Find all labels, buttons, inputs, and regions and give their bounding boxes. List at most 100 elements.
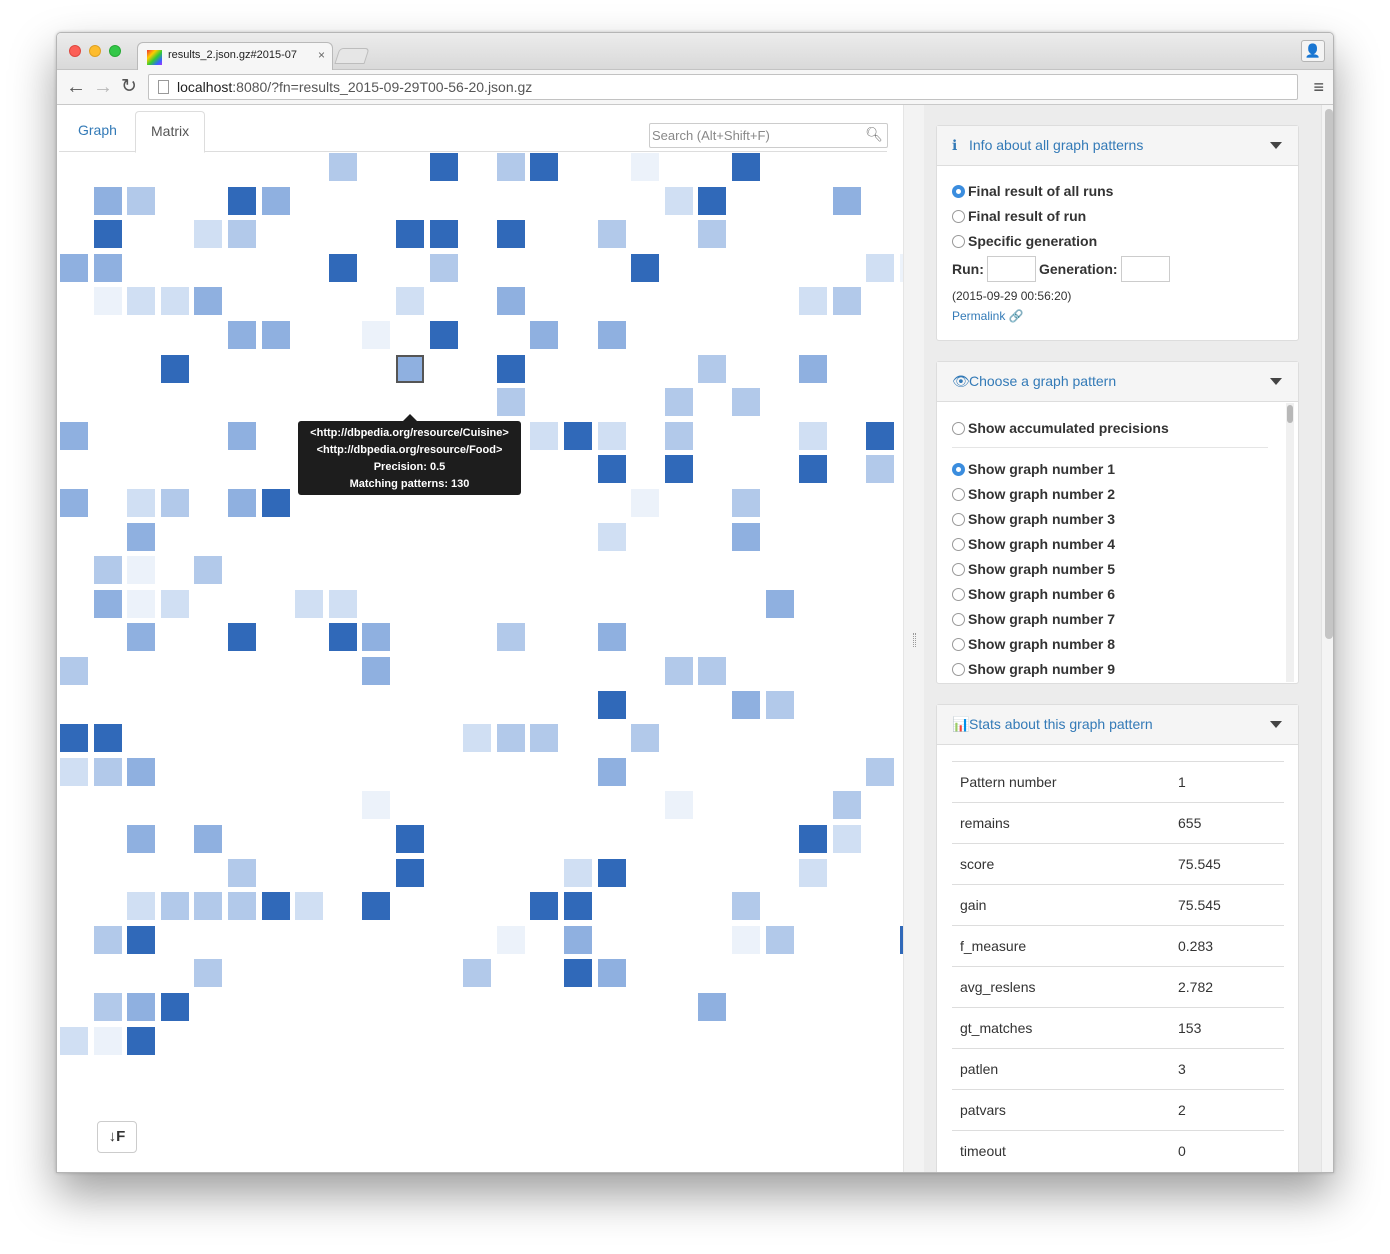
- matrix-cell[interactable]: [664, 993, 693, 1021]
- matrix-cell[interactable]: [228, 321, 256, 349]
- matrix-cell[interactable]: [127, 858, 156, 887]
- matrix-cell[interactable]: [496, 220, 525, 249]
- matrix-cell[interactable]: [832, 186, 861, 215]
- matrix-cell[interactable]: [60, 522, 88, 551]
- matrix-cell[interactable]: [597, 589, 626, 618]
- matrix-cell[interactable]: [396, 220, 424, 249]
- matrix-cell[interactable]: [429, 321, 458, 349]
- matrix-cell[interactable]: [328, 993, 357, 1021]
- matrix-cell[interactable]: [93, 623, 122, 652]
- address-bar[interactable]: localhost:8080/?fn=results_2015-09-29T00…: [148, 74, 1298, 100]
- matrix-cell[interactable]: [429, 186, 458, 215]
- matrix-cell[interactable]: [732, 892, 760, 921]
- matrix-cell[interactable]: [93, 791, 122, 820]
- matrix-cell[interactable]: [194, 959, 223, 988]
- matrix-cell[interactable]: [664, 892, 693, 921]
- matrix-cell[interactable]: [362, 388, 391, 417]
- matrix-cell[interactable]: [194, 623, 223, 652]
- matrix-cell[interactable]: [228, 354, 256, 383]
- matrix-cell[interactable]: [597, 354, 626, 383]
- matrix-cell[interactable]: [60, 892, 88, 921]
- matrix-cell[interactable]: [429, 993, 458, 1021]
- matrix-cell[interactable]: [631, 825, 660, 853]
- matrix-cell[interactable]: [60, 1026, 88, 1055]
- matrix-cell[interactable]: [732, 153, 760, 181]
- matrix-cell[interactable]: [664, 287, 693, 316]
- matrix-cell[interactable]: [664, 321, 693, 349]
- matrix-cell[interactable]: [396, 757, 424, 786]
- matrix-cell[interactable]: [631, 455, 660, 484]
- matrix-cell[interactable]: [93, 556, 122, 585]
- sort-button[interactable]: ↓F: [97, 1121, 137, 1153]
- matrix-cell[interactable]: [127, 589, 156, 618]
- matrix-cell[interactable]: [328, 287, 357, 316]
- matrix-cell[interactable]: [732, 925, 760, 954]
- matrix-cell[interactable]: [429, 959, 458, 988]
- matrix-cell[interactable]: [597, 220, 626, 249]
- matrix-cell[interactable]: [799, 858, 828, 887]
- matrix-cell[interactable]: [261, 354, 290, 383]
- matrix-cell[interactable]: [160, 321, 189, 349]
- matrix-cell[interactable]: [765, 757, 794, 786]
- matrix-cell[interactable]: [664, 925, 693, 954]
- matrix-cell[interactable]: [631, 690, 660, 719]
- matrix-cell[interactable]: [328, 220, 357, 249]
- matrix-cell[interactable]: [463, 623, 492, 652]
- matrix-cell[interactable]: [597, 623, 626, 652]
- matrix-cell[interactable]: [564, 623, 592, 652]
- matrix-cell[interactable]: [463, 892, 492, 921]
- matrix-cell[interactable]: [93, 455, 122, 484]
- matrix-cell[interactable]: [127, 455, 156, 484]
- matrix-cell[interactable]: [765, 354, 794, 383]
- matrix-cell[interactable]: [765, 220, 794, 249]
- matrix-cell[interactable]: [362, 253, 391, 282]
- matrix-cell[interactable]: [295, 657, 324, 685]
- matrix-cell[interactable]: [261, 657, 290, 685]
- matrix-cell[interactable]: [160, 388, 189, 417]
- matrix-cell[interactable]: [866, 220, 895, 249]
- matrix-cell[interactable]: [362, 220, 391, 249]
- matrix-cell[interactable]: [328, 321, 357, 349]
- matrix-cell[interactable]: [698, 858, 727, 887]
- matrix-cell[interactable]: [93, 589, 122, 618]
- matrix-cell[interactable]: [127, 690, 156, 719]
- matrix-cell[interactable]: [664, 354, 693, 383]
- matrix-cell[interactable]: [93, 421, 122, 450]
- matrix-cell[interactable]: [127, 421, 156, 450]
- matrix-cell[interactable]: [93, 1026, 122, 1055]
- matrix-cell[interactable]: [60, 489, 88, 517]
- matrix-cell[interactable]: [732, 690, 760, 719]
- matrix-cell[interactable]: [362, 724, 391, 753]
- forward-arrow-icon[interactable]: →: [93, 76, 113, 98]
- matrix-cell[interactable]: [530, 421, 559, 450]
- radio-icon[interactable]: [952, 513, 965, 526]
- collapse-caret-icon[interactable]: [1270, 721, 1282, 728]
- radio-graph-number-6[interactable]: Show graph number 6: [952, 586, 1115, 602]
- matrix-cell[interactable]: [631, 287, 660, 316]
- page-scrollbar[interactable]: [1321, 105, 1333, 1172]
- matrix-cell[interactable]: [530, 455, 559, 484]
- matrix-cell[interactable]: [93, 690, 122, 719]
- radio-icon[interactable]: [952, 538, 965, 551]
- matrix-cell[interactable]: [530, 690, 559, 719]
- matrix-cell[interactable]: [564, 388, 592, 417]
- matrix-cell[interactable]: [160, 253, 189, 282]
- matrix-cell[interactable]: [295, 623, 324, 652]
- matrix-cell[interactable]: [429, 925, 458, 954]
- matrix-cell[interactable]: [698, 825, 727, 853]
- matrix-cell[interactable]: [429, 791, 458, 820]
- matrix-cell[interactable]: [295, 522, 324, 551]
- matrix-cell[interactable]: [93, 858, 122, 887]
- matrix-cell[interactable]: [93, 186, 122, 215]
- matrix-cell[interactable]: [631, 791, 660, 820]
- splitter-grip-icon[interactable]: [913, 633, 916, 647]
- matrix-cell[interactable]: [463, 321, 492, 349]
- matrix-cell[interactable]: [698, 724, 727, 753]
- matrix-cell[interactable]: [496, 892, 525, 921]
- radio-graph-number-9[interactable]: Show graph number 9: [952, 661, 1115, 677]
- matrix-cell[interactable]: [261, 791, 290, 820]
- matrix-cell[interactable]: [261, 690, 290, 719]
- matrix-cell[interactable]: [832, 455, 861, 484]
- matrix-cell[interactable]: [732, 623, 760, 652]
- matrix-cell[interactable]: [60, 388, 88, 417]
